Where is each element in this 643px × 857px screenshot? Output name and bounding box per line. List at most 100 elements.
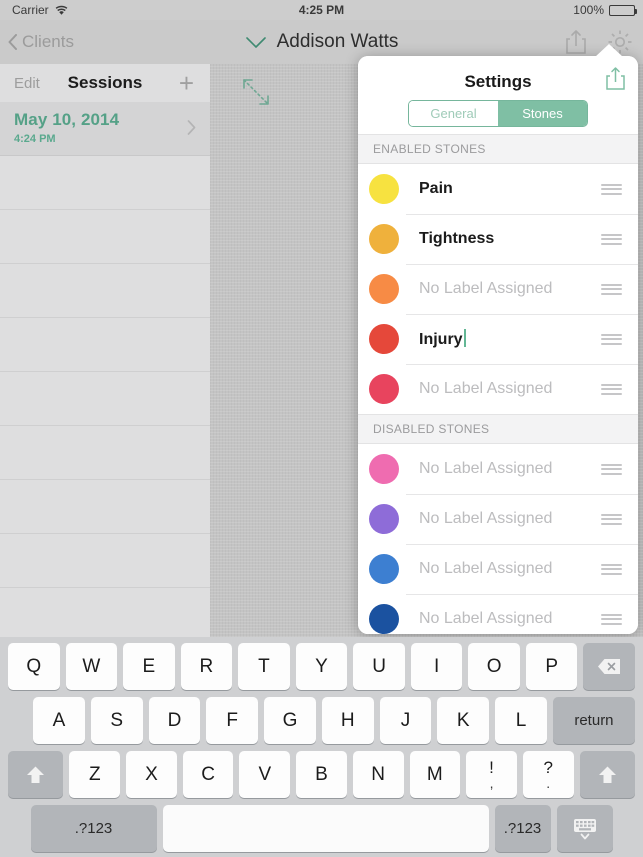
stone-color-swatch[interactable] [369, 174, 399, 204]
stone-color-swatch[interactable] [369, 554, 399, 584]
numeric-key-left[interactable]: .?123 [30, 805, 157, 852]
key-z[interactable]: Z [69, 751, 121, 798]
key-r[interactable]: R [180, 643, 233, 690]
key-f[interactable]: F [206, 697, 259, 744]
key-p[interactable]: P [525, 643, 578, 690]
key-h[interactable]: H [321, 697, 374, 744]
stone-label[interactable]: No Label Assigned [419, 380, 552, 398]
list-item [0, 588, 210, 642]
table-row[interactable]: No Label Assigned [358, 444, 638, 494]
battery-percent-label: 100% [573, 3, 604, 17]
reorder-handle-icon[interactable] [601, 283, 622, 295]
settings-popover: Settings General Stones ENABLED STONES P… [358, 56, 638, 634]
reorder-handle-icon[interactable] [601, 233, 622, 245]
key-question-period[interactable]: ? . [522, 751, 574, 798]
stone-color-swatch[interactable] [369, 504, 399, 534]
stone-label[interactable]: No Label Assigned [419, 560, 552, 578]
reorder-handle-icon[interactable] [601, 333, 622, 345]
stone-color-swatch[interactable] [369, 454, 399, 484]
table-row[interactable]: Tightness [358, 214, 638, 264]
table-row[interactable]: No Label Assigned [358, 264, 638, 314]
table-row[interactable]: No Label Assigned [358, 364, 638, 414]
shift-key-left[interactable] [8, 751, 64, 798]
reorder-handle-icon[interactable] [601, 613, 622, 625]
onscreen-keyboard: Q W E R T Y U I O P A S D F G H J K L re… [0, 637, 643, 857]
key-u[interactable]: U [353, 643, 405, 690]
stone-label[interactable]: No Label Assigned [419, 280, 552, 298]
key-b[interactable]: B [296, 751, 347, 798]
table-row[interactable]: No Label Assigned [358, 494, 638, 544]
stone-color-swatch[interactable] [369, 604, 399, 634]
keyboard-dismiss-icon[interactable] [556, 805, 613, 852]
key-t[interactable]: T [238, 643, 290, 690]
add-session-button[interactable]: + [179, 70, 194, 96]
key-q[interactable]: Q [8, 643, 60, 690]
key-o[interactable]: O [468, 643, 520, 690]
section-header-enabled: ENABLED STONES [358, 134, 638, 164]
table-row[interactable]: Injury [358, 314, 638, 364]
key-g[interactable]: G [264, 697, 316, 744]
section-header-disabled: DISABLED STONES [358, 414, 638, 444]
key-i[interactable]: I [410, 643, 463, 690]
table-row[interactable]: No Label Assigned [358, 594, 638, 634]
battery-icon [609, 4, 637, 16]
key-c[interactable]: C [182, 751, 234, 798]
table-row[interactable]: Pain [358, 164, 638, 214]
reorder-handle-icon[interactable] [601, 183, 622, 195]
shift-key-right[interactable] [579, 751, 635, 798]
key-exclamation-comma[interactable]: ! , [466, 751, 517, 798]
keyboard-row-4: .?123 .?123 [0, 805, 643, 852]
key-a[interactable]: A [33, 697, 85, 744]
stone-color-swatch[interactable] [369, 374, 399, 404]
tab-stones[interactable]: Stones [498, 101, 587, 126]
stone-label[interactable]: Pain [419, 180, 453, 198]
stone-color-swatch[interactable] [369, 324, 399, 354]
key-m[interactable]: M [409, 751, 461, 798]
list-item[interactable]: May 10, 2014 4:24 PM [0, 102, 210, 156]
stone-color-swatch[interactable] [369, 274, 399, 304]
share-icon[interactable] [565, 29, 587, 55]
space-key[interactable] [162, 805, 489, 852]
settings-segmented-control[interactable]: General Stones [408, 100, 588, 127]
popover-title: Settings [464, 72, 532, 91]
table-row[interactable]: No Label Assigned [358, 544, 638, 594]
keyboard-row-3: Z X C V B N M ! , ? . [0, 751, 643, 798]
stone-label[interactable]: No Label Assigned [419, 510, 552, 528]
key-w[interactable]: W [65, 643, 118, 690]
key-k[interactable]: K [437, 697, 490, 744]
status-bar: Carrier 4:25 PM 100% [0, 0, 643, 20]
key-e[interactable]: E [123, 643, 175, 690]
key-v[interactable]: V [239, 751, 291, 798]
tab-general[interactable]: General [409, 101, 498, 126]
chevron-down-icon [245, 36, 267, 49]
sidebar-header: Edit Sessions + [0, 64, 210, 102]
shift-arrow-icon [26, 765, 45, 785]
sessions-sidebar: Edit Sessions + May 10, 2014 4:24 PM [0, 64, 210, 642]
popover-header: Settings General Stones [358, 56, 638, 134]
key-l[interactable]: L [495, 697, 547, 744]
key-y[interactable]: Y [295, 643, 348, 690]
return-key[interactable]: return [552, 697, 635, 744]
key-x[interactable]: X [126, 751, 177, 798]
stone-label-editing[interactable]: Injury [419, 329, 466, 349]
expand-arrows-icon[interactable] [242, 78, 270, 106]
stone-label[interactable]: No Label Assigned [419, 610, 552, 628]
share-icon[interactable] [605, 66, 626, 91]
key-question-label: ? [543, 758, 553, 777]
stone-label[interactable]: Tightness [419, 230, 494, 248]
key-d[interactable]: D [148, 697, 201, 744]
key-j[interactable]: J [379, 697, 432, 744]
reorder-handle-icon[interactable] [601, 463, 622, 475]
stone-color-swatch[interactable] [369, 224, 399, 254]
reorder-handle-icon[interactable] [601, 513, 622, 525]
key-comma-label: , [489, 775, 494, 791]
reorder-handle-icon[interactable] [601, 383, 622, 395]
session-date: May 10, 2014 [14, 110, 120, 129]
key-n[interactable]: N [352, 751, 404, 798]
key-s[interactable]: S [90, 697, 143, 744]
reorder-handle-icon[interactable] [601, 563, 622, 575]
numeric-key-right[interactable]: .?123 [494, 805, 551, 852]
list-item [0, 426, 210, 480]
stone-label[interactable]: No Label Assigned [419, 460, 552, 478]
backspace-icon[interactable] [583, 643, 636, 690]
